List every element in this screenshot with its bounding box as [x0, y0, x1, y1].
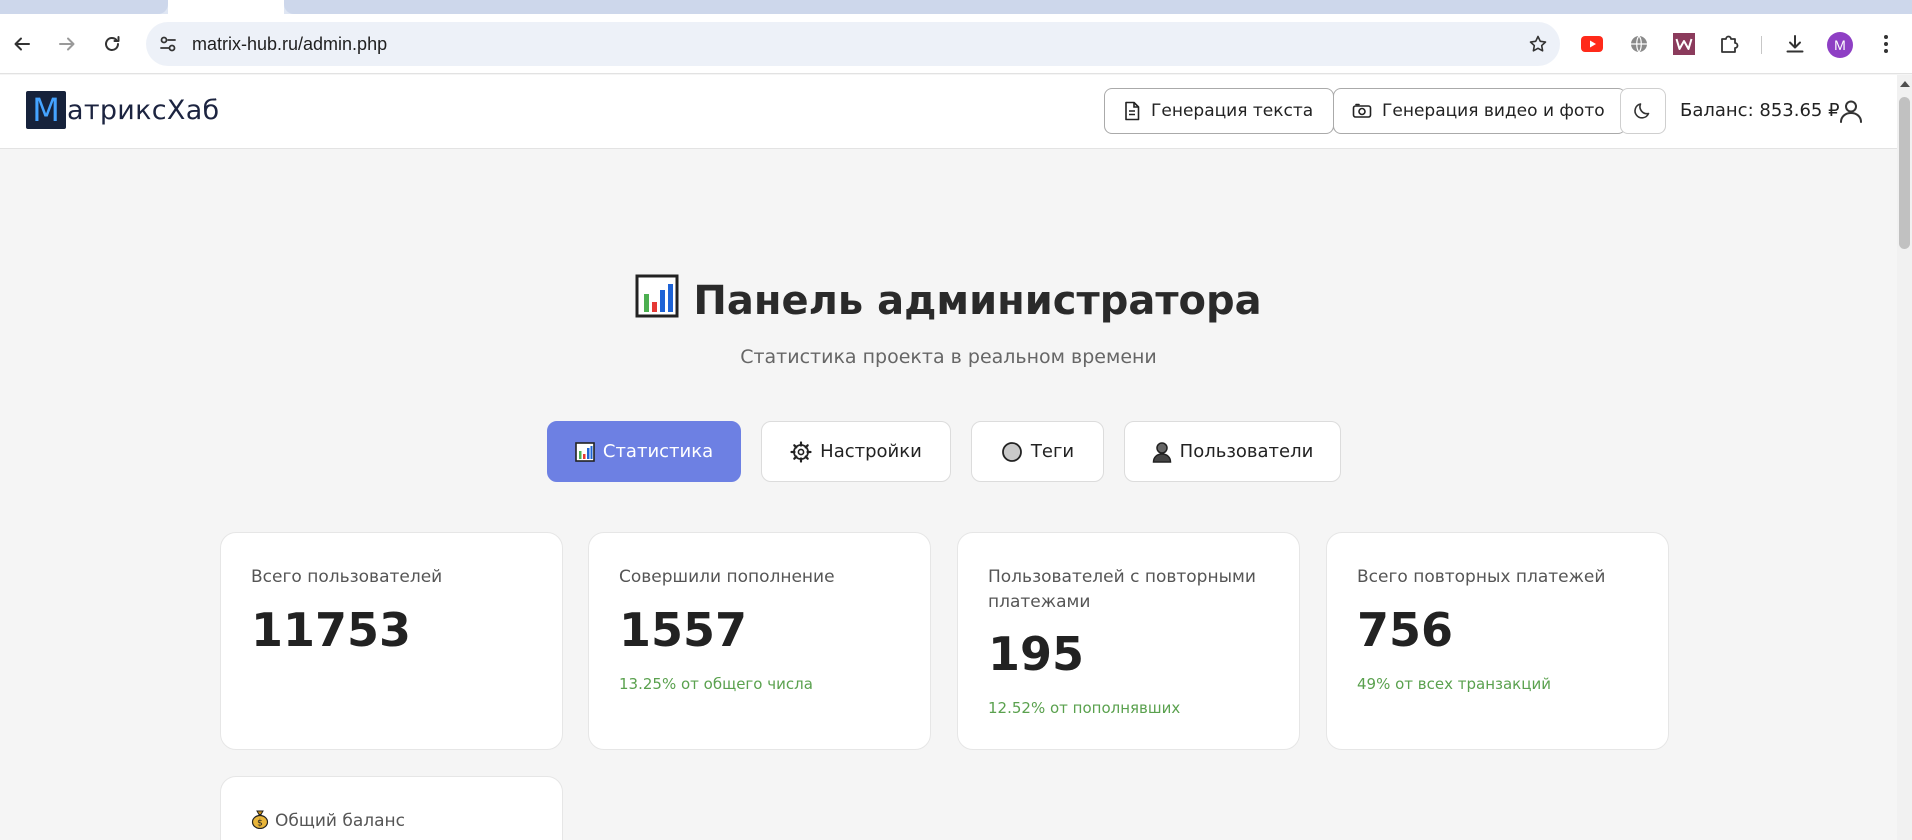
stat-value: 1557: [619, 603, 748, 657]
page-subtitle: Статистика проекта в реальном времени: [740, 346, 1157, 368]
tab-tags[interactable]: Теги: [971, 421, 1104, 482]
reload-icon: [105, 36, 120, 51]
w-extension-icon[interactable]: [1668, 28, 1700, 60]
logo-text: атриксХаб: [67, 94, 220, 126]
page-scrollbar[interactable]: [1897, 75, 1912, 840]
forward-button[interactable]: [51, 28, 83, 60]
reload-button[interactable]: [96, 28, 128, 60]
stat-card-total-balance: $Общий баланс пользователей: [220, 776, 563, 840]
browser-tabstrip: [0, 0, 1912, 14]
camera-icon: [1352, 102, 1372, 120]
stat-value: 11753: [251, 603, 412, 657]
stat-note: 49% от всех транзакций: [1357, 675, 1551, 693]
bar-chart-icon: [575, 441, 595, 462]
arrow-left-icon: [14, 37, 30, 51]
tab-users[interactable]: Пользователи: [1124, 421, 1341, 482]
browser-tab-active[interactable]: [168, 0, 284, 14]
tab-label: Настройки: [820, 441, 922, 462]
browser-toolbar: matrix-hub.ru/admin.php M: [0, 14, 1912, 74]
page-title-text: Панель администратора: [693, 278, 1262, 324]
admin-tabs: Статистика Настройки Теги Пользователи: [547, 421, 1341, 482]
user-profile-icon[interactable]: [1836, 96, 1866, 126]
stat-label: Совершили пополнение: [619, 567, 835, 587]
tab-statistics[interactable]: Статистика: [547, 421, 741, 482]
person-icon: [1152, 441, 1172, 463]
youtube-icon[interactable]: [1576, 28, 1608, 60]
download-icon[interactable]: [1779, 28, 1811, 60]
balance-display: Баланс: 853.65 ₽: [1680, 100, 1840, 121]
puzzle-icon[interactable]: [1713, 28, 1745, 60]
balance-card-label: Общий баланс пользователей: [251, 811, 406, 840]
scroll-thumb[interactable]: [1899, 97, 1910, 249]
svg-text:$: $: [257, 819, 263, 829]
money-bag-icon: $: [251, 809, 269, 837]
stat-card-repeat-payments: Всего повторных платежей 756 49% от всех…: [1326, 532, 1669, 750]
scroll-up-arrow-icon[interactable]: [1900, 81, 1910, 87]
menu-kebab-icon[interactable]: [1870, 28, 1902, 60]
circle-icon: [1001, 441, 1023, 463]
bar-chart-icon: [635, 274, 679, 328]
bookmark-star-icon[interactable]: [1526, 32, 1550, 56]
theme-toggle-button[interactable]: [1620, 88, 1666, 134]
site-settings-icon[interactable]: [156, 32, 180, 56]
stat-value: 195: [988, 627, 1085, 681]
url-text[interactable]: matrix-hub.ru/admin.php: [192, 34, 387, 55]
stat-label: Всего пользователей: [251, 567, 443, 587]
arrow-right-icon: [59, 37, 75, 51]
stat-card-repeat-users: Пользователей с повторными платежами 195…: [957, 532, 1300, 750]
stat-note: 12.52% от пополнявших: [988, 699, 1181, 717]
page-title: Панель администратора: [0, 274, 1897, 328]
media-generation-button[interactable]: Генерация видео и фото: [1333, 88, 1626, 134]
stat-value: 756: [1357, 603, 1454, 657]
profile-avatar[interactable]: M: [1827, 32, 1853, 58]
browser-tab[interactable]: [284, 0, 1912, 14]
text-generation-label: Генерация текста: [1151, 101, 1314, 121]
globe-icon[interactable]: [1623, 28, 1655, 60]
stat-label: Всего повторных платежей: [1357, 567, 1606, 587]
site-header: М атриксХаб Генерация текста Генерация в…: [0, 75, 1897, 149]
address-bar[interactable]: matrix-hub.ru/admin.php: [146, 22, 1560, 66]
gear-icon: [790, 440, 812, 463]
stat-card-total-users: Всего пользователей 11753: [220, 532, 563, 750]
stat-note: 13.25% от общего числа: [619, 675, 813, 693]
stat-card-topped-up: Совершили пополнение 1557 13.25% от обще…: [588, 532, 931, 750]
tab-label: Статистика: [602, 441, 714, 462]
logo-letter: М: [26, 91, 66, 129]
tab-label: Пользователи: [1179, 441, 1314, 462]
moon-icon: [1634, 103, 1650, 119]
media-generation-label: Генерация видео и фото: [1382, 101, 1605, 121]
text-generation-button[interactable]: Генерация текста: [1104, 88, 1335, 134]
tab-settings[interactable]: Настройки: [761, 421, 951, 482]
stat-label: Пользователей с повторными платежами: [988, 567, 1256, 612]
tab-label: Теги: [1030, 441, 1075, 462]
toolbar-separator: [1761, 36, 1762, 54]
document-icon: [1123, 101, 1141, 121]
site-logo[interactable]: М атриксХаб: [26, 91, 220, 129]
stat-label: $Общий баланс пользователей: [251, 809, 532, 840]
browser-tab[interactable]: [0, 0, 168, 14]
back-button[interactable]: [6, 28, 38, 60]
